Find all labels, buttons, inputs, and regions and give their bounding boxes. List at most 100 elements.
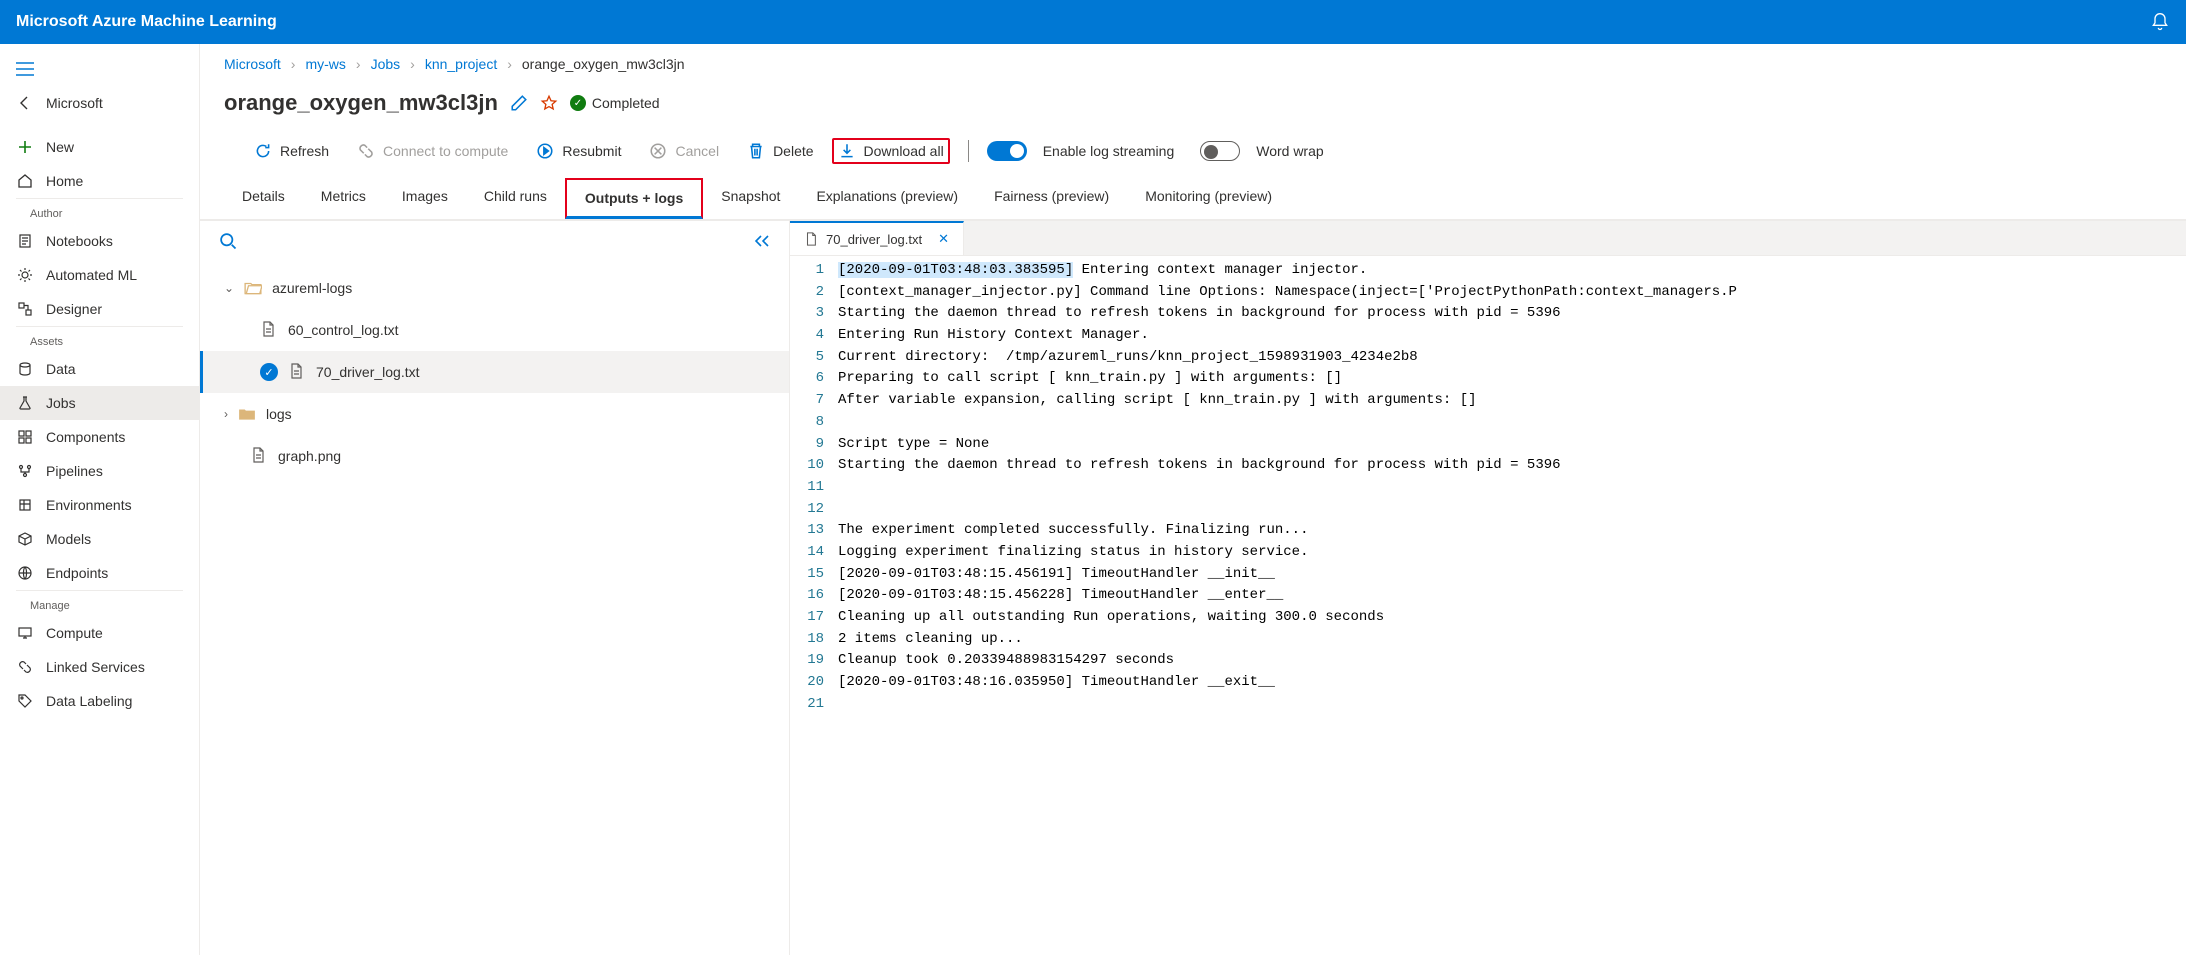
code-line: 20[2020-09-01T03:48:16.035950] TimeoutHa… bbox=[790, 672, 2186, 694]
editor-pane: 70_driver_log.txt ✕ 1[2020-09-01T03:48:0… bbox=[790, 221, 2186, 955]
tree-folder[interactable]: › logs bbox=[200, 393, 789, 435]
nav-jobs[interactable]: Jobs bbox=[0, 386, 199, 420]
chevron-right-icon: › bbox=[507, 56, 512, 72]
tree-file[interactable]: 60_control_log.txt bbox=[200, 309, 789, 351]
nav-environments[interactable]: Environments bbox=[0, 488, 199, 522]
code-editor[interactable]: 1[2020-09-01T03:48:03.383595] Entering c… bbox=[790, 256, 2186, 955]
tabs: Details Metrics Images Child runs Output… bbox=[200, 178, 2186, 220]
job-title: orange_oxygen_mw3cl3jn bbox=[224, 90, 498, 116]
tab-explanations[interactable]: Explanations (preview) bbox=[798, 178, 976, 219]
app-title: Microsoft Azure Machine Learning bbox=[16, 13, 277, 31]
search-icon[interactable] bbox=[218, 231, 238, 251]
home-icon bbox=[16, 172, 34, 190]
chevron-right-icon: › bbox=[410, 56, 415, 72]
nav-pipelines[interactable]: Pipelines bbox=[0, 454, 199, 488]
status-badge: ✓ Completed bbox=[570, 95, 660, 111]
breadcrumb-link[interactable]: Microsoft bbox=[224, 56, 281, 72]
nav-compute[interactable]: Compute bbox=[0, 616, 199, 650]
plus-icon bbox=[16, 138, 34, 156]
chevron-right-icon: › bbox=[291, 56, 296, 72]
tab-fairness[interactable]: Fairness (preview) bbox=[976, 178, 1127, 219]
breadcrumb-link[interactable]: my-ws bbox=[305, 56, 345, 72]
code-line: 4Entering Run History Context Manager. bbox=[790, 325, 2186, 347]
separator bbox=[968, 140, 969, 162]
tab-details[interactable]: Details bbox=[224, 178, 303, 219]
tab-metrics[interactable]: Metrics bbox=[303, 178, 384, 219]
nav-automl[interactable]: Automated ML bbox=[0, 258, 199, 292]
editor-tab[interactable]: 70_driver_log.txt ✕ bbox=[790, 221, 964, 255]
code-line: 8 bbox=[790, 412, 2186, 434]
code-line: 1[2020-09-01T03:48:03.383595] Entering c… bbox=[790, 260, 2186, 282]
chevron-right-icon: › bbox=[356, 56, 361, 72]
log-streaming-toggle[interactable] bbox=[987, 141, 1027, 161]
download-icon bbox=[838, 142, 856, 160]
tab-outputs-logs[interactable]: Outputs + logs bbox=[565, 178, 703, 219]
editor-tab-label: 70_driver_log.txt bbox=[826, 232, 922, 247]
tree-folder[interactable]: ⌄ azureml-logs bbox=[200, 267, 789, 309]
folder-name: logs bbox=[266, 406, 292, 422]
refresh-icon bbox=[254, 142, 272, 160]
automl-icon bbox=[16, 266, 34, 284]
cancel-button: Cancel bbox=[639, 136, 729, 166]
word-wrap-label: Word wrap bbox=[1256, 143, 1323, 159]
nav-endpoints[interactable]: Endpoints bbox=[0, 556, 199, 590]
refresh-button[interactable]: Refresh bbox=[244, 136, 339, 166]
tree-file[interactable]: graph.png bbox=[200, 435, 789, 477]
pipelines-icon bbox=[16, 462, 34, 480]
nav-data-labeling[interactable]: Data Labeling bbox=[0, 684, 199, 718]
toolbar: Refresh Connect to compute Resubmit Canc… bbox=[200, 132, 2186, 178]
notification-bell-icon[interactable] bbox=[2150, 12, 2170, 32]
chevron-right-icon: › bbox=[224, 407, 228, 421]
folder-icon bbox=[238, 405, 256, 423]
tab-monitoring[interactable]: Monitoring (preview) bbox=[1127, 178, 1290, 219]
editor-tabs: 70_driver_log.txt ✕ bbox=[790, 221, 2186, 256]
close-icon[interactable]: ✕ bbox=[938, 231, 949, 247]
nav-back[interactable]: Microsoft bbox=[0, 86, 199, 120]
nav-models[interactable]: Models bbox=[0, 522, 199, 556]
log-streaming-label: Enable log streaming bbox=[1043, 143, 1175, 159]
code-line: 21 bbox=[790, 694, 2186, 716]
download-all-button[interactable]: Download all bbox=[832, 138, 950, 164]
nav-section-manage: Manage bbox=[0, 590, 199, 616]
hamburger-icon[interactable] bbox=[0, 52, 199, 86]
file-name: graph.png bbox=[278, 448, 341, 464]
breadcrumb-current: orange_oxygen_mw3cl3jn bbox=[522, 56, 685, 72]
play-icon bbox=[536, 142, 554, 160]
breadcrumb-link[interactable]: Jobs bbox=[371, 56, 401, 72]
left-nav: Microsoft New Home Author Notebooks Auto… bbox=[0, 44, 200, 955]
code-line: 14Logging experiment finalizing status i… bbox=[790, 542, 2186, 564]
nav-data[interactable]: Data bbox=[0, 352, 199, 386]
nav-home[interactable]: Home bbox=[0, 164, 199, 198]
designer-icon bbox=[16, 300, 34, 318]
arrow-left-icon bbox=[16, 94, 34, 112]
tab-snapshot[interactable]: Snapshot bbox=[703, 178, 798, 219]
code-line: 2[context_manager_injector.py] Command l… bbox=[790, 282, 2186, 304]
nav-new[interactable]: New bbox=[0, 130, 199, 164]
edit-icon[interactable] bbox=[510, 94, 528, 112]
code-line: 7After variable expansion, calling scrip… bbox=[790, 390, 2186, 412]
file-icon bbox=[250, 447, 268, 465]
code-line: 19Cleanup took 0.20339488983154297 secon… bbox=[790, 650, 2186, 672]
resubmit-button[interactable]: Resubmit bbox=[526, 136, 631, 166]
environments-icon bbox=[16, 496, 34, 514]
file-name: 60_control_log.txt bbox=[288, 322, 399, 338]
delete-button[interactable]: Delete bbox=[737, 136, 823, 166]
nav-notebooks[interactable]: Notebooks bbox=[0, 224, 199, 258]
connect-icon bbox=[357, 142, 375, 160]
collapse-pane-icon[interactable] bbox=[753, 234, 771, 248]
word-wrap-toggle[interactable] bbox=[1200, 141, 1240, 161]
nav-components[interactable]: Components bbox=[0, 420, 199, 454]
tree-file-selected[interactable]: ✓ 70_driver_log.txt bbox=[200, 351, 789, 393]
topbar: Microsoft Azure Machine Learning bbox=[0, 0, 2186, 44]
tab-child-runs[interactable]: Child runs bbox=[466, 178, 565, 219]
tag-icon bbox=[16, 692, 34, 710]
breadcrumb-link[interactable]: knn_project bbox=[425, 56, 497, 72]
endpoints-icon bbox=[16, 564, 34, 582]
cube-icon bbox=[16, 530, 34, 548]
nav-linked-services[interactable]: Linked Services bbox=[0, 650, 199, 684]
nav-designer[interactable]: Designer bbox=[0, 292, 199, 326]
code-line: 182 items cleaning up... bbox=[790, 629, 2186, 651]
code-line: 9Script type = None bbox=[790, 434, 2186, 456]
tab-images[interactable]: Images bbox=[384, 178, 466, 219]
star-icon[interactable] bbox=[540, 94, 558, 112]
